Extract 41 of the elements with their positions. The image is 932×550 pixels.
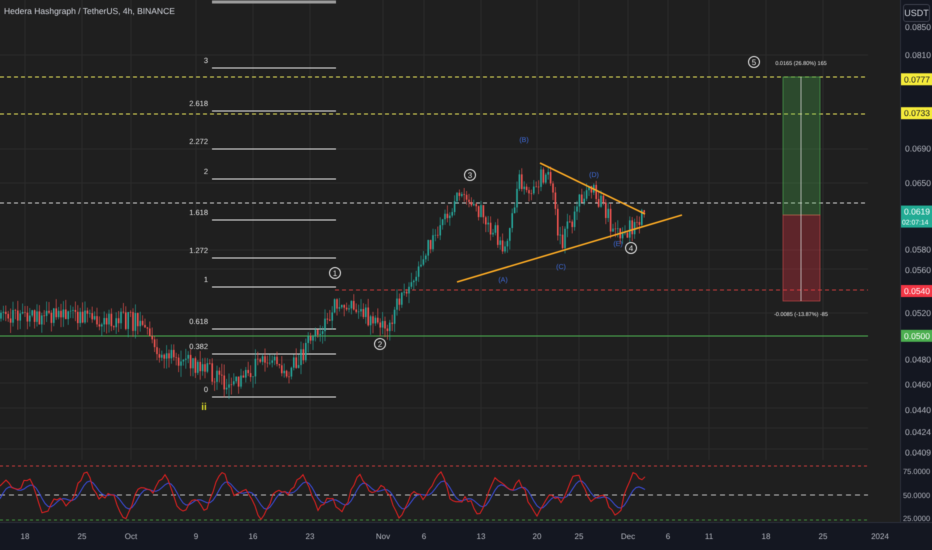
date-label: Dec (620, 532, 636, 541)
date-label: 25 (78, 532, 86, 541)
price-label: 0.0520 (905, 308, 931, 318)
date-label: 18 (762, 532, 770, 541)
chart-title: Hedera Hashgraph / TetherUS, 4h, BINANCE (4, 6, 175, 16)
price-badge: 0.0500 (901, 330, 932, 342)
price-label: 0.0650 (905, 178, 931, 188)
price-label: 0.0690 (905, 143, 931, 154)
price-label: 0.0850 (905, 22, 931, 32)
price-label: 0.0460 (905, 379, 931, 390)
date-label: 13 (476, 532, 486, 541)
wave-label: 3 (464, 169, 476, 181)
date-label: 25 (574, 532, 584, 541)
price-label: 0.0424 (905, 426, 931, 437)
price-badge: 0.0540 (901, 285, 932, 298)
wave-label: 4 (625, 242, 637, 254)
date-label: 18 (20, 532, 30, 541)
date-label: 25 (818, 532, 828, 541)
price-badge: 0.0777 (901, 73, 932, 86)
date-label: Oct (124, 532, 138, 541)
currency-button[interactable]: USDT (903, 4, 930, 22)
date-label: 16 (248, 532, 258, 541)
date-label: 23 (306, 532, 314, 541)
date-label: 9 (194, 532, 198, 541)
date-label: 11 (704, 532, 714, 541)
date-label: 6 (422, 532, 426, 541)
price-label: 0.0480 (905, 354, 931, 365)
price-badge: 0.0733 (901, 107, 932, 120)
wave-label: 5 (748, 56, 760, 68)
price-label: 0.0409 (905, 448, 931, 458)
date-label: Nov (376, 532, 390, 541)
wave-label: ii (201, 402, 207, 413)
price-label: 0.0560 (905, 264, 931, 275)
date-label: 20 (532, 532, 542, 541)
wave-label: 1 (329, 267, 341, 279)
price-label: 0.0440 (905, 405, 931, 416)
date-label: 2024 (871, 532, 889, 541)
price-label: 0.0580 (905, 244, 931, 254)
wave-label: 2 (374, 338, 386, 350)
date-label: 6 (666, 532, 670, 541)
price-label: 0.0810 (905, 50, 931, 60)
